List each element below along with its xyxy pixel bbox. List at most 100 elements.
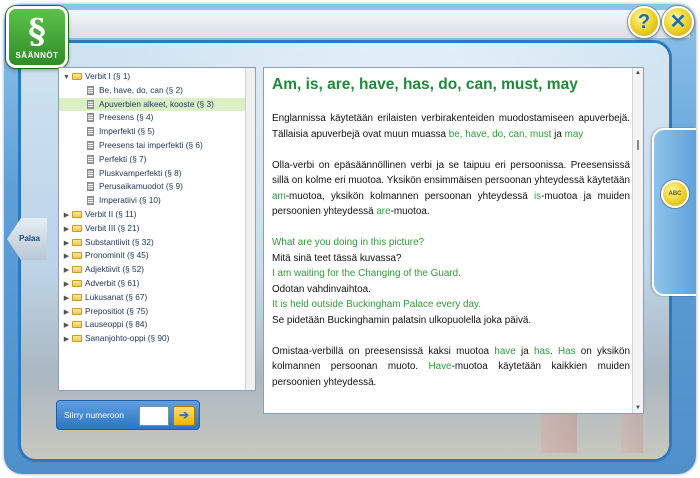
tree-item-label: Be, have, do, can (§ 2)	[99, 84, 183, 95]
content-scrollbar[interactable]: ▲ ▼	[632, 68, 643, 413]
collapsed-arrow-icon[interactable]: ▶	[62, 264, 71, 278]
collapsed-arrow-icon[interactable]: ▶	[62, 223, 71, 237]
tree-folder[interactable]: ▶ Sananjohto-oppi (§ 90)	[59, 332, 255, 346]
tree-item-label: Perfekti (§ 7)	[99, 153, 147, 164]
example-fi-3: Se pidetään Buckinghamin palatsin ulkopu…	[272, 314, 532, 326]
folder-icon	[72, 238, 82, 246]
tree-folder[interactable]: ▶ Substantiivit (§ 32)	[59, 236, 255, 250]
tree-folder[interactable]: ▶ Verbit III (§ 21)	[59, 222, 255, 236]
tree-item[interactable]: Perfekti (§ 7)	[59, 153, 255, 167]
tree-item[interactable]: Perusaikamuodot (§ 9)	[59, 180, 255, 194]
tree-folder[interactable]: ▶ Lukusanat (§ 67)	[59, 291, 255, 305]
document-icon	[87, 99, 94, 109]
tree-item-label: Adjektiivit (§ 52)	[85, 264, 145, 275]
tree-item-label: Imperfekti (§ 5)	[99, 126, 155, 137]
tree-item[interactable]: Imperfekti (§ 5)	[59, 125, 255, 139]
document-icon	[87, 154, 94, 164]
tree-item[interactable]: Be, have, do, can (§ 2)	[59, 84, 255, 98]
goto-label: Siirry numeroon	[64, 410, 124, 420]
collapsed-arrow-icon[interactable]: ▶	[62, 292, 71, 306]
tree-item-label: Pluskvamperfekti (§ 8)	[99, 167, 182, 178]
document-icon	[87, 168, 94, 178]
tree-scrollbar[interactable]	[245, 68, 255, 390]
topic-tree-list: ▼ Verbit I (§ 1) Be, have, do, can (§ 2) Ap…	[59, 68, 255, 346]
folder-icon	[72, 279, 82, 287]
tree-folder[interactable]: ▶ Lauseoppi (§ 84)	[59, 318, 255, 332]
title-bar	[30, 10, 690, 38]
collapsed-arrow-icon[interactable]: ▶	[62, 237, 71, 251]
p3-green-4: Have	[428, 361, 452, 372]
paragraph-icon: §	[28, 12, 46, 52]
p3-t2: ja	[515, 345, 534, 357]
tree-folder[interactable]: ▶ Adjektiivit (§ 52)	[59, 263, 255, 277]
folder-icon	[72, 266, 82, 274]
expanded-arrow-icon[interactable]: ▼	[62, 71, 71, 85]
tree-item-label: Apuverbien alkeet, kooste (§ 3)	[99, 98, 214, 109]
folder-icon	[72, 252, 82, 260]
p2-green-1: am	[272, 190, 286, 202]
side-tab[interactable]: ABC	[652, 128, 696, 296]
tree-item-label: Lauseoppi (§ 84)	[85, 319, 148, 330]
tree-item[interactable]: Imperatiivi (§ 10)	[59, 194, 255, 208]
example-fi-2: Odotan vahdinvaihtoa.	[272, 283, 371, 295]
tree-item[interactable]: Preesens (§ 4)	[59, 111, 255, 125]
p3-green-2: has	[534, 345, 550, 357]
folder-icon	[72, 307, 82, 315]
collapsed-arrow-icon[interactable]: ▶	[62, 333, 71, 347]
collapsed-arrow-icon[interactable]: ▶	[62, 209, 71, 223]
abc-icon[interactable]: ABC	[661, 180, 689, 208]
logo-label: SÄÄNNÖT	[15, 51, 59, 60]
help-button[interactable]: ?	[628, 6, 660, 38]
rules-logo: § SÄÄNNÖT	[6, 6, 68, 68]
paragraph-3: Omistaa-verbillä on preesensissä kaksi m…	[272, 344, 630, 391]
p2-green-3: are	[376, 206, 391, 217]
folder-icon	[72, 210, 82, 218]
p3-green-3: Has	[557, 345, 576, 357]
folder-icon	[72, 73, 82, 80]
p3-t1: Omistaa-verbillä on preesensissä kaksi m…	[272, 345, 495, 357]
tree-item-label: Lukusanat (§ 67)	[85, 291, 148, 302]
p3-green-1: have	[494, 345, 516, 357]
tree-item-label: Verbit III (§ 21)	[85, 222, 140, 233]
content-body: Am, is, are, have, has, do, can, must, m…	[272, 76, 630, 406]
content-panel: Am, is, are, have, has, do, can, must, m…	[263, 67, 644, 414]
tree-item[interactable]: Preesens tai imperfekti (§ 6)	[59, 139, 255, 153]
tree-item-label: Perusaikamuodot (§ 9)	[99, 181, 183, 192]
document-icon	[87, 113, 94, 123]
goto-arrow-button[interactable]: ➔	[173, 406, 195, 426]
collapsed-arrow-icon[interactable]: ▶	[62, 306, 71, 320]
tree-item-label: Verbit I (§ 1)	[85, 71, 131, 81]
tree-item-label: Prepositiot (§ 75)	[85, 305, 149, 316]
example-fi-1: Mitä sinä teet tässä kuvassa?	[272, 252, 402, 264]
tree-item-label: Preesens tai imperfekti (§ 6)	[99, 139, 203, 150]
tree-item-label: Imperatiivi (§ 10)	[99, 195, 161, 206]
tree-item[interactable]: Apuverbien alkeet, kooste (§ 3)	[59, 97, 255, 112]
close-button[interactable]: ✕	[662, 6, 694, 38]
scroll-thumb[interactable]	[637, 140, 639, 150]
collapsed-arrow-icon[interactable]: ▶	[62, 250, 71, 264]
tree-folder[interactable]: ▶ Prepositiot (§ 75)	[59, 305, 255, 319]
tree-item-label: Preesens (§ 4)	[99, 112, 154, 123]
p1-green-1: be, have, do, can, must	[448, 128, 552, 140]
tree-folder[interactable]: ▶ Pronominit (§ 45)	[59, 249, 255, 263]
content-title: Am, is, are, have, has, do, can, must, m…	[272, 76, 578, 93]
document-icon	[87, 196, 94, 206]
folder-icon	[72, 224, 82, 232]
collapsed-arrow-icon[interactable]: ▶	[62, 278, 71, 292]
tree-folder[interactable]: ▶ Verbit II (§ 11)	[59, 208, 255, 222]
collapsed-arrow-icon[interactable]: ▶	[62, 319, 71, 333]
p2-t4: -muotoa.	[390, 206, 430, 217]
tree-item[interactable]: Pluskvamperfekti (§ 8)	[59, 167, 255, 181]
scroll-up-icon[interactable]: ▲	[635, 70, 641, 76]
paragraph-1: Englannissa käytetään erilaisten verbira…	[272, 111, 630, 142]
tree-item-label: Pronominit (§ 45)	[85, 250, 149, 261]
folder-icon	[72, 335, 82, 343]
scroll-down-icon[interactable]: ▼	[635, 405, 641, 411]
p2-t2: -muotoa, yksikön kolmannen persoonan yht…	[285, 190, 534, 202]
topic-tree: ▼ Verbit I (§ 1) Be, have, do, can (§ 2) Ap…	[58, 67, 256, 391]
tree-folder[interactable]: ▼ Verbit I (§ 1)	[59, 70, 255, 84]
folder-icon	[72, 321, 82, 329]
goto-number-input[interactable]	[139, 406, 169, 426]
tree-folder[interactable]: ▶ Adverbit (§ 61)	[59, 277, 255, 291]
example-en-1: What are you doing in this picture?	[272, 237, 425, 248]
